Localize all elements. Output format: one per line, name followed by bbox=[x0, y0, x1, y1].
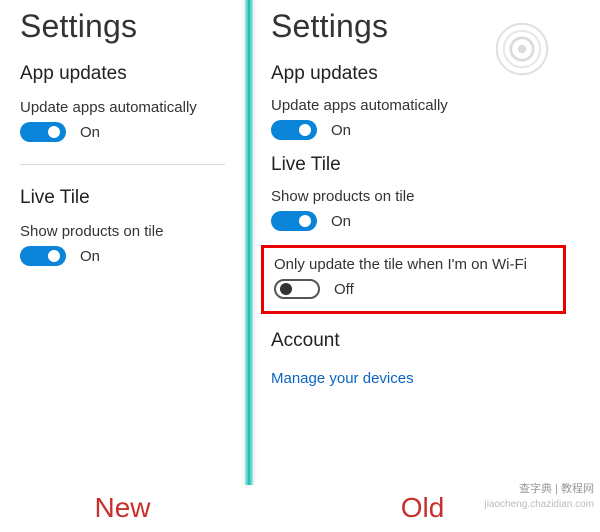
wifi-only-toggle[interactable] bbox=[274, 279, 320, 299]
wifi-only-state: Off bbox=[334, 281, 354, 298]
footer-label-new: New bbox=[0, 492, 245, 524]
update-auto-label: Update apps automatically bbox=[271, 97, 560, 114]
update-auto-label: Update apps automatically bbox=[20, 99, 225, 116]
watermark-text: 查字典 | 教程网 bbox=[519, 480, 594, 496]
section-app-updates: App updates bbox=[20, 63, 225, 85]
settings-pane-new: Settings App updates Update apps automat… bbox=[0, 0, 245, 485]
show-products-state: On bbox=[80, 248, 100, 265]
section-divider bbox=[20, 164, 225, 165]
watermark-url: jiaocheng.chazidian.com bbox=[484, 499, 594, 510]
manage-devices-link[interactable]: Manage your devices bbox=[271, 370, 414, 387]
show-products-label: Show products on tile bbox=[271, 188, 560, 205]
highlight-new-option: Only update the tile when I'm on Wi-Fi O… bbox=[261, 245, 566, 314]
section-account: Account bbox=[271, 330, 560, 352]
section-live-tile: Live Tile bbox=[271, 154, 560, 176]
wifi-only-label: Only update the tile when I'm on Wi-Fi bbox=[274, 256, 553, 273]
page-title: Settings bbox=[271, 8, 560, 45]
update-auto-state: On bbox=[331, 122, 351, 139]
show-products-toggle[interactable] bbox=[20, 246, 66, 266]
update-auto-toggle[interactable] bbox=[271, 120, 317, 140]
section-live-tile: Live Tile bbox=[20, 187, 225, 209]
pane-divider bbox=[245, 0, 253, 485]
settings-pane-old: Settings App updates Update apps automat… bbox=[253, 0, 580, 485]
show-products-label: Show products on tile bbox=[20, 223, 225, 240]
show-products-toggle[interactable] bbox=[271, 211, 317, 231]
update-auto-toggle[interactable] bbox=[20, 122, 66, 142]
page-title: Settings bbox=[20, 8, 225, 45]
update-auto-state: On bbox=[80, 124, 100, 141]
section-app-updates: App updates bbox=[271, 63, 560, 85]
show-products-state: On bbox=[331, 213, 351, 230]
